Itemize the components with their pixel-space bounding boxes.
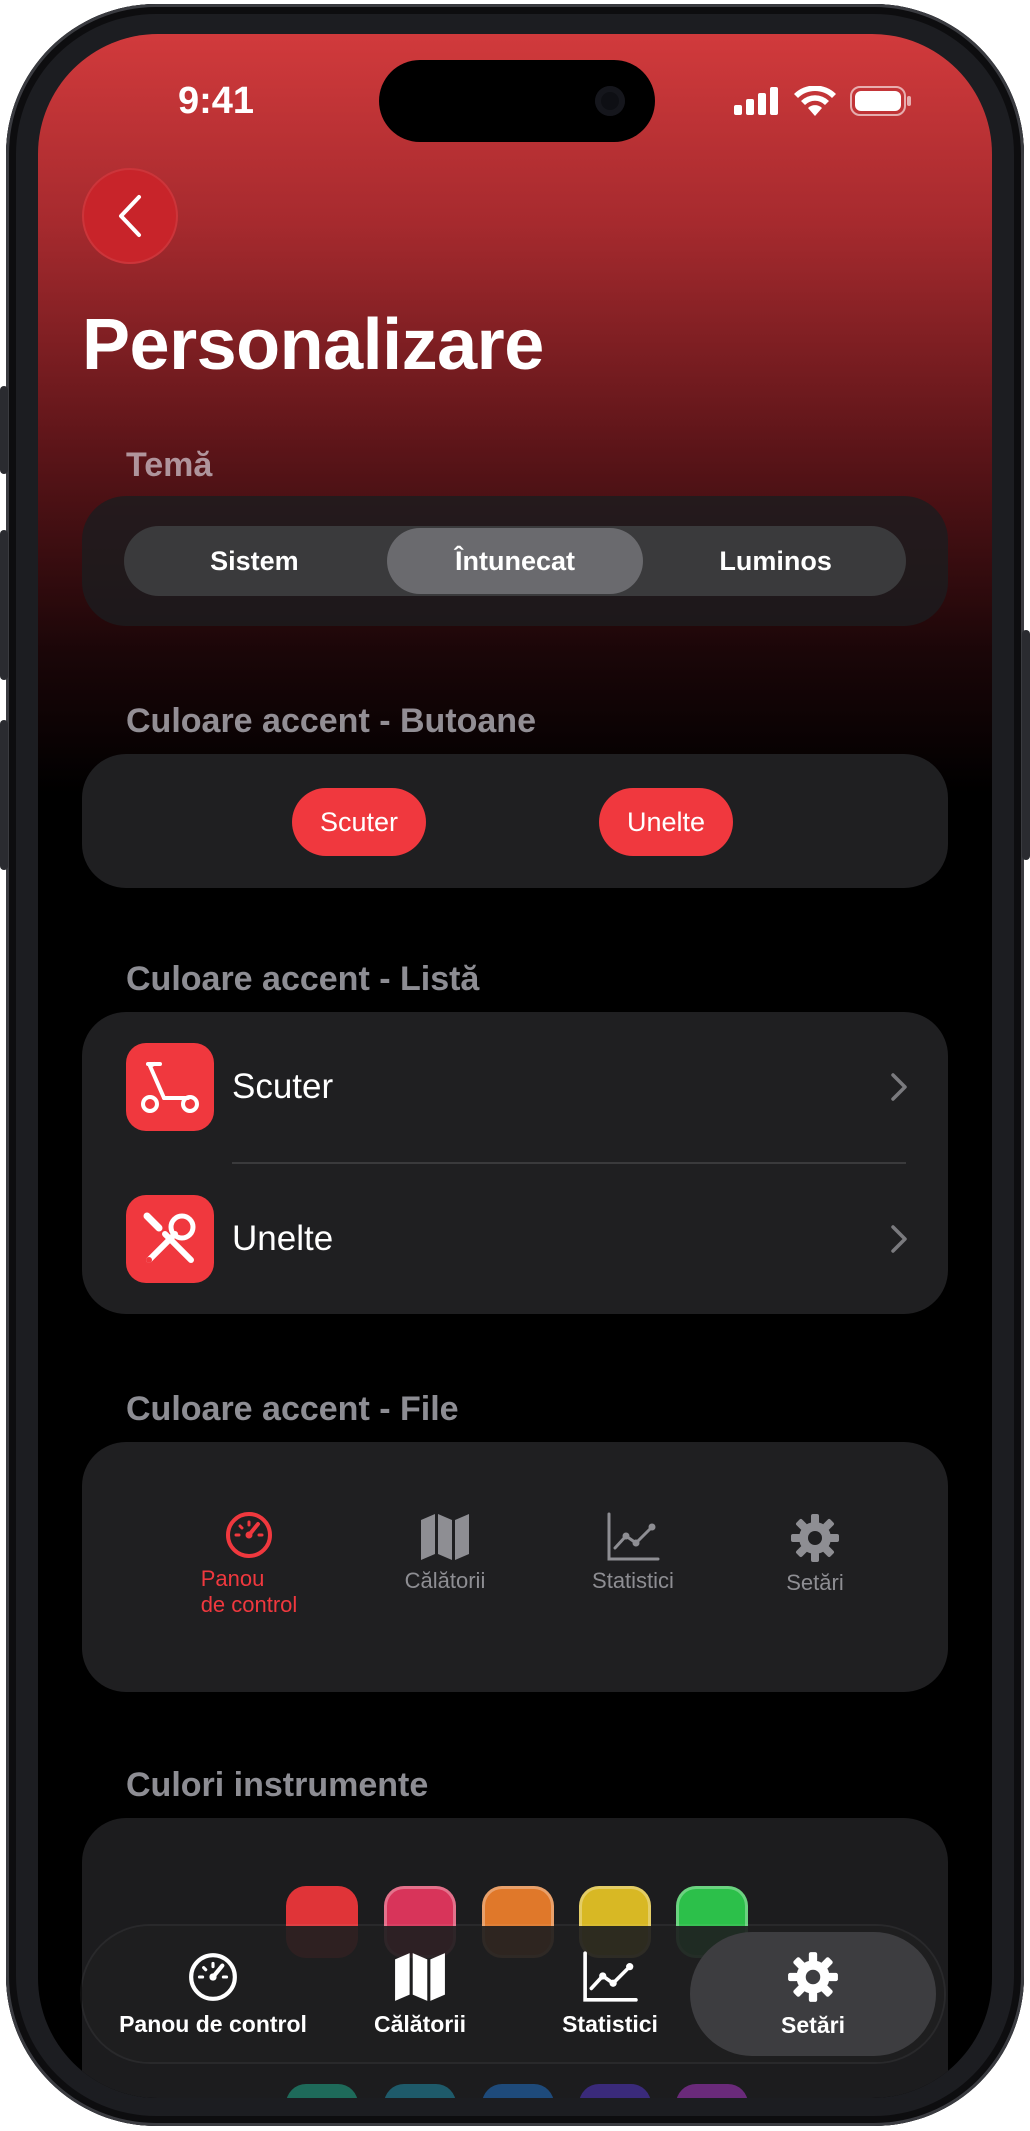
dynamic-island <box>379 60 655 142</box>
section-label-theme: Temă <box>126 446 213 484</box>
gear-icon <box>788 1951 838 2002</box>
tab-preview-trips[interactable]: Călătorii <box>380 1512 510 1594</box>
scooter-icon <box>126 1043 214 1131</box>
accent-buttons-card: Scuter Unelte <box>82 754 948 888</box>
chevron-left-icon <box>119 195 141 237</box>
tool-color-swatch[interactable] <box>482 2084 554 2098</box>
tab-label: Setări <box>781 2011 845 2038</box>
theme-option-system[interactable]: Sistem <box>126 528 383 594</box>
signal-icon <box>734 87 778 115</box>
battery-icon <box>850 86 911 116</box>
chart-icon <box>583 1950 638 2002</box>
list-item-label: Scuter <box>232 1067 334 1106</box>
tab-bar: Panou de control Călătorii Statistici Se… <box>82 1926 944 2062</box>
power-button <box>1022 630 1030 860</box>
tool-color-swatch[interactable] <box>384 2084 456 2098</box>
wifi-icon <box>794 86 836 116</box>
tab-settings[interactable]: Setări <box>690 1932 936 2056</box>
status-icons <box>734 86 912 116</box>
tab-preview-label: Setări <box>786 1570 844 1595</box>
tab-preview-dashboard[interactable]: Panou de control <box>184 1510 314 1618</box>
section-label-tool-colors: Culori instrumente <box>126 1766 429 1804</box>
tool-color-swatch[interactable] <box>286 2084 358 2098</box>
theme-option-dark[interactable]: Întunecat <box>386 528 644 594</box>
tab-label: Călătorii <box>373 2010 467 2037</box>
section-label-accent-buttons: Culoare accent - Butoane <box>126 702 536 740</box>
tab-statistics[interactable]: Statistici <box>522 1926 698 2062</box>
volume-up-button <box>0 530 8 680</box>
tab-preview-statistics[interactable]: Statistici <box>568 1512 698 1594</box>
accent-tabs-card: Panou de control Călătorii Statistici Se… <box>82 1442 948 1692</box>
chart-icon <box>607 1512 660 1561</box>
tab-preview-settings[interactable]: Setări <box>750 1512 880 1596</box>
tab-dashboard[interactable]: Panou de control <box>104 1926 322 2062</box>
tab-preview-label-line2: de control <box>200 1592 298 1617</box>
chevron-right-icon <box>891 1225 907 1253</box>
action-button <box>0 386 8 474</box>
accent-list-card: Scuter Unelte <box>82 1012 948 1314</box>
theme-option-light[interactable]: Luminos <box>647 528 904 594</box>
list-item-tools[interactable]: Unelte <box>82 1164 948 1314</box>
app-screen: 9:41 Personalizare Temă Sistem Întunecat <box>38 34 992 2098</box>
speedometer-icon <box>226 1512 272 1558</box>
theme-segmented-control: Sistem Întunecat Luminos <box>82 496 948 626</box>
page-title: Personalizare <box>82 305 544 385</box>
tools-accent-button[interactable]: Unelte <box>599 788 734 856</box>
camera-icon <box>595 86 625 116</box>
scooter-accent-button[interactable]: Scuter <box>292 788 427 856</box>
speedometer-icon <box>189 1952 237 2001</box>
tool-color-swatch[interactable] <box>579 2084 651 2098</box>
tab-preview-label: Panou de control <box>201 1566 298 1618</box>
tab-preview-label: Călătorii <box>404 1568 486 1593</box>
status-time: 9:41 <box>178 80 255 122</box>
theme-options: Sistem Întunecat Luminos <box>124 526 906 596</box>
tool-color-swatch[interactable] <box>676 2084 748 2098</box>
map-icon <box>395 1952 445 2001</box>
map-icon <box>421 1514 469 1560</box>
list-item-scooter[interactable]: Scuter <box>82 1012 948 1164</box>
section-label-accent-tabs: Culoare accent - File <box>126 1390 459 1428</box>
list-item-label: Unelte <box>232 1219 334 1258</box>
tab-label: Statistici <box>562 2010 658 2037</box>
tab-preview-label-line1: Panou <box>200 1566 265 1591</box>
tab-trips[interactable]: Călătorii <box>332 1926 508 2062</box>
back-button[interactable] <box>82 168 178 264</box>
tools-icon <box>126 1195 214 1283</box>
gear-icon <box>791 1514 839 1562</box>
chevron-right-icon <box>891 1073 907 1101</box>
volume-down-button <box>0 720 8 870</box>
tab-preview-label: Statistici <box>592 1568 674 1593</box>
section-label-accent-list: Culoare accent - Listă <box>126 960 480 998</box>
tab-label: Panou de control <box>119 2010 307 2037</box>
